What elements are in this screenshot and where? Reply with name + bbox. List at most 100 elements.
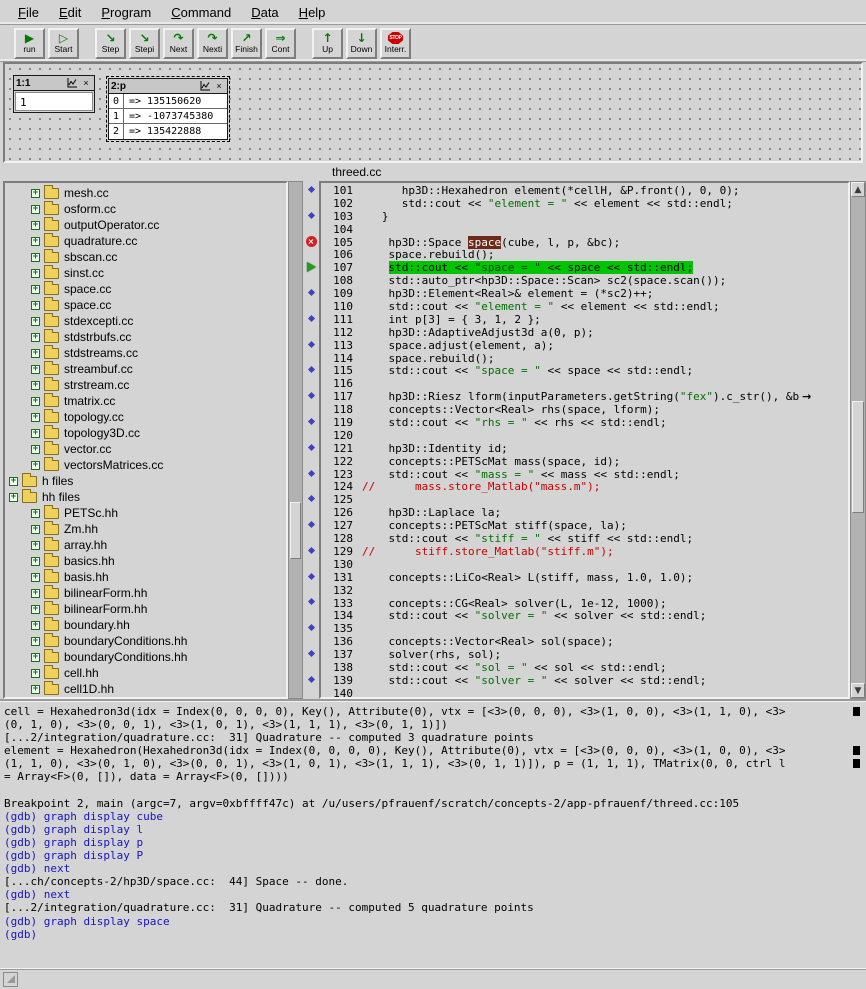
tree-item[interactable]: +boundaryConditions.hh [5, 633, 286, 649]
expand-icon[interactable]: + [31, 221, 40, 230]
tree-item[interactable]: +cell.hh [5, 665, 286, 681]
gutter-cell[interactable] [303, 660, 319, 673]
tree-item[interactable]: +space.cc [5, 281, 286, 297]
toolbar-button-interr[interactable]: STOPInterr. [380, 28, 411, 59]
tree-item[interactable]: +space.cc [5, 297, 286, 313]
tree-item[interactable]: +topology.cc [5, 409, 286, 425]
gutter-cell[interactable] [303, 634, 319, 647]
gutter-cell[interactable] [303, 402, 319, 415]
expand-icon[interactable]: + [31, 189, 40, 198]
display-box-1[interactable]: 1:1 × 1 [13, 75, 95, 113]
scroll-up-icon[interactable]: ▲ [851, 182, 865, 197]
toolbar-button-nexti[interactable]: ↷Nexti [197, 28, 228, 59]
expand-icon[interactable]: + [31, 445, 40, 454]
tree-item[interactable]: +boundary.hh [5, 617, 286, 633]
gutter-cell[interactable] [303, 209, 319, 222]
toolbar-button-stepi[interactable]: ↘Stepi [129, 28, 160, 59]
gutter-cell[interactable] [303, 518, 319, 531]
tree-item[interactable]: +h files [5, 473, 286, 489]
expand-icon[interactable]: + [31, 605, 40, 614]
tree-item[interactable]: +sbscan.cc [5, 249, 286, 265]
tree-item[interactable]: +osform.cc [5, 201, 286, 217]
gutter-cell[interactable] [303, 621, 319, 634]
gutter-cell[interactable] [303, 608, 319, 621]
tree-item[interactable]: +Zm.hh [5, 521, 286, 537]
gutter-cell[interactable] [303, 260, 319, 273]
gutter-cell[interactable] [303, 583, 319, 596]
expand-icon[interactable]: + [9, 477, 18, 486]
expand-icon[interactable]: + [31, 525, 40, 534]
console-command-line[interactable]: (gdb) next [4, 888, 862, 901]
expand-icon[interactable]: + [31, 573, 40, 582]
gutter-cell[interactable] [303, 596, 319, 609]
menu-item-program[interactable]: Program [91, 2, 161, 23]
tree-item[interactable]: +basics.hh [5, 553, 286, 569]
gutter-cell[interactable] [303, 183, 319, 196]
gdb-console[interactable]: cell = Hexahedron3d(idx = Index(0, 0, 0,… [0, 699, 866, 968]
tree-item[interactable]: +cell2D.hh [5, 697, 286, 699]
console-command-line[interactable]: (gdb) graph display l [4, 823, 862, 836]
gutter-cell[interactable]: × [303, 235, 319, 248]
gutter-cell[interactable] [303, 505, 319, 518]
expand-icon[interactable]: + [31, 317, 40, 326]
tree-item[interactable]: +stdexcepti.cc [5, 313, 286, 329]
expand-icon[interactable]: + [31, 509, 40, 518]
tree-item[interactable]: +strstream.cc [5, 377, 286, 393]
gutter-cell[interactable] [303, 363, 319, 376]
tree-item[interactable]: +stdstreams.cc [5, 345, 286, 361]
expand-icon[interactable]: + [31, 541, 40, 550]
expand-icon[interactable]: + [31, 253, 40, 262]
gutter-cell[interactable] [303, 570, 319, 583]
display-box-2[interactable]: 2:p × 0=> 1351506201=> -10737453802=> 13… [108, 78, 228, 140]
gutter-cell[interactable] [303, 544, 319, 557]
close-icon[interactable]: × [213, 81, 225, 92]
plot-icon[interactable] [199, 81, 211, 92]
close-icon[interactable]: × [80, 78, 92, 89]
gutter-cell[interactable] [303, 299, 319, 312]
plot-icon[interactable] [66, 78, 78, 89]
toolbar-button-finish[interactable]: ↗Finish [231, 28, 262, 59]
scroll-down-icon[interactable]: ▼ [851, 683, 865, 698]
tree-item[interactable]: +sinst.cc [5, 265, 286, 281]
gutter-cell[interactable] [303, 222, 319, 235]
gutter-cell[interactable] [303, 389, 319, 402]
expand-icon[interactable]: + [31, 333, 40, 342]
toolbar-button-run[interactable]: ▶run [14, 28, 45, 59]
expand-icon[interactable]: + [31, 685, 40, 694]
tree-item[interactable]: +tmatrix.cc [5, 393, 286, 409]
tree-scrollbar-thumb[interactable] [290, 502, 301, 559]
tree-scrollbar[interactable] [288, 181, 303, 699]
gutter-cell[interactable] [303, 673, 319, 686]
expand-icon[interactable]: + [31, 413, 40, 422]
expand-icon[interactable]: + [31, 365, 40, 374]
gutter-cell[interactable] [303, 557, 319, 570]
gutter-cell[interactable] [303, 415, 319, 428]
expand-icon[interactable]: + [31, 461, 40, 470]
display-box-2-titlebar[interactable]: 2:p × [109, 79, 227, 94]
gutter-cell[interactable] [303, 531, 319, 544]
expand-icon[interactable]: + [31, 429, 40, 438]
expand-icon[interactable]: + [31, 589, 40, 598]
expand-icon[interactable]: + [31, 237, 40, 246]
source-scrollbar[interactable]: ▲ ▼ [850, 181, 866, 699]
tree-item[interactable]: +array.hh [5, 537, 286, 553]
toolbar-button-down[interactable]: ↓Down [346, 28, 377, 59]
toolbar-button-next[interactable]: ↷Next [163, 28, 194, 59]
tree-item[interactable]: +bilinearForm.hh [5, 585, 286, 601]
console-command-line[interactable]: (gdb) graph display P [4, 849, 862, 862]
gutter-cell[interactable] [303, 247, 319, 260]
tree-item[interactable]: +cell1D.hh [5, 681, 286, 697]
tree-item[interactable]: +basis.hh [5, 569, 286, 585]
menu-item-data[interactable]: Data [241, 2, 288, 23]
gutter-cell[interactable] [303, 376, 319, 389]
tree-item[interactable]: +stdstrbufs.cc [5, 329, 286, 345]
expand-icon[interactable]: + [31, 269, 40, 278]
gutter-cell[interactable] [303, 441, 319, 454]
tree-item[interactable]: +vector.cc [5, 441, 286, 457]
breakpoint-icon[interactable]: × [306, 236, 317, 247]
console-command-line[interactable]: (gdb) graph display space [4, 915, 862, 928]
gutter-cell[interactable] [303, 492, 319, 505]
gutter-cell[interactable] [303, 273, 319, 286]
expand-icon[interactable]: + [31, 637, 40, 646]
gutter-cell[interactable] [303, 479, 319, 492]
